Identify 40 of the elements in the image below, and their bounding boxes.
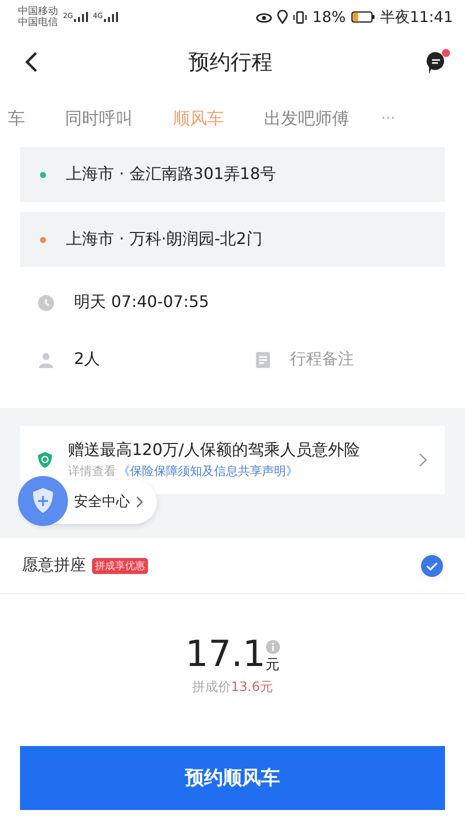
chevron-icon — [419, 453, 427, 467]
passenger-picker[interactable]: 2人 — [0, 331, 218, 388]
page-title: 预约行程 — [188, 49, 274, 76]
address-field[interactable]: 上海市 · 万科·朗润园-北2门 — [20, 212, 445, 267]
carrier-name: 中国电信 — [18, 17, 58, 28]
pooled-price-label: 拼成价 — [192, 680, 232, 695]
clock-time: 半夜11:41 — [380, 8, 453, 26]
tab[interactable]: 车 — [0, 106, 45, 130]
shield-icon — [38, 452, 52, 468]
note-field[interactable]: 行程备注 — [218, 331, 436, 388]
insurance-card[interactable]: 赠送最高120万/人保额的驾乘人员意外险 详情查看 《保险保障须知及信息共享声明》 — [20, 426, 445, 494]
vibrate-icon — [293, 10, 308, 24]
more-button[interactable]: ··· — [375, 108, 402, 128]
pooled-price: 13.6元 — [231, 680, 273, 695]
tab[interactable]: 出发吧师傅 — [244, 106, 369, 130]
carpool-label: 愿意拼座 — [22, 555, 86, 576]
time-picker[interactable]: 明天 07:40-07:55 — [0, 274, 465, 331]
chevron-icon — [136, 496, 143, 508]
signal-icon — [104, 12, 118, 22]
eye-icon — [256, 11, 272, 23]
location-icon — [277, 10, 288, 24]
price-amount: 17.1 — [185, 636, 266, 674]
clock-icon — [38, 294, 54, 310]
policy-link[interactable]: 《保险保障须知及信息共享声明》 — [118, 463, 298, 480]
book-button[interactable]: 预约顺风车 — [20, 746, 445, 810]
battery-icon — [350, 11, 375, 23]
carrier-name: 中国移动 — [18, 6, 58, 17]
back-icon[interactable] — [24, 51, 38, 73]
tab[interactable]: 同时呼叫 — [45, 106, 153, 130]
battery-percent: 18% — [312, 8, 346, 26]
insurance-title: 赠送最高120万/人保额的驾乘人员意外险 — [68, 440, 361, 461]
shield-plus-icon — [18, 476, 68, 526]
discount-tag: 拼成享优惠 — [92, 558, 148, 574]
currency-unit: 元 — [266, 656, 280, 674]
signal-icon — [74, 12, 88, 22]
details-label: 详情查看 — [68, 463, 116, 480]
checkbox[interactable] — [421, 554, 443, 576]
address-field[interactable]: 上海市 · 金汇南路301弄18号 — [20, 147, 445, 202]
note-icon — [256, 352, 270, 368]
person-icon — [38, 352, 54, 368]
